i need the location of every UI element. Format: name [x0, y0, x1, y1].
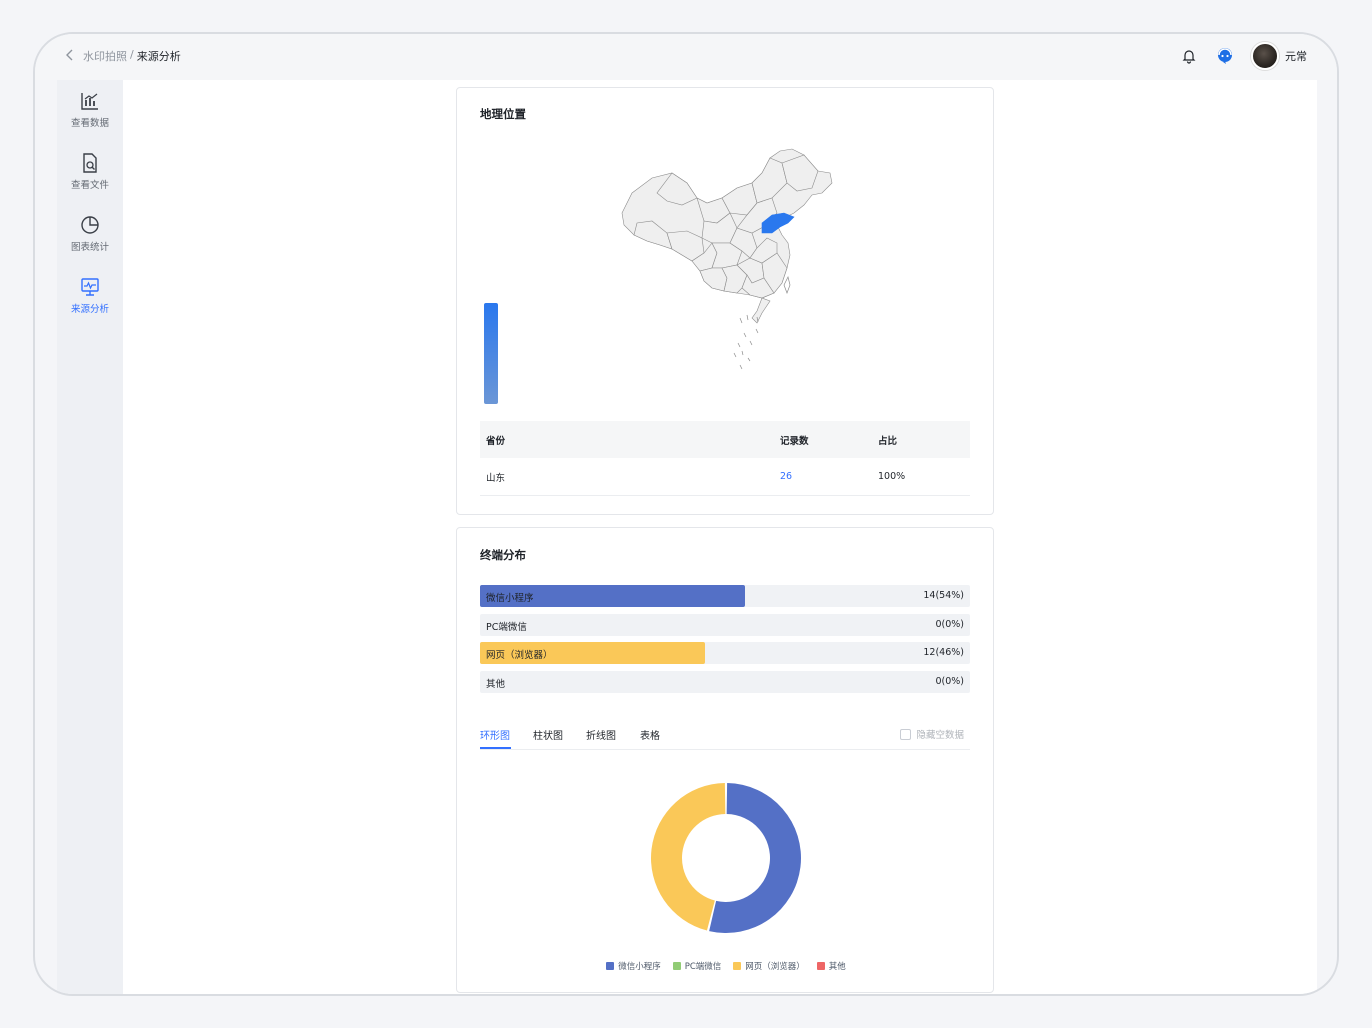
- legend-swatch: [606, 962, 615, 970]
- sidebar-item-label: 查看文件: [70, 180, 109, 191]
- geo-table-header: 省份 记录数 占比: [480, 421, 970, 458]
- map-provinces: [621, 148, 833, 324]
- china-map[interactable]: [612, 143, 842, 383]
- cell-records-link[interactable]: 26: [780, 471, 792, 482]
- sidebar-item-label: 图表统计: [70, 242, 109, 253]
- legend-label: PC端微信: [684, 962, 722, 972]
- hide-empty-checkbox[interactable]: [900, 728, 912, 740]
- terminal-row: PC端微信 0(0%): [480, 613, 970, 636]
- donut-legend: 微信小程序 PC端微信 网页（浏览器） 其他: [457, 960, 995, 972]
- map-legend-bar: [484, 303, 498, 404]
- customer-service-button[interactable]: [1215, 46, 1235, 66]
- terminal-row-value: 0(0%): [935, 676, 964, 688]
- hide-empty-label: 隐藏空数据: [916, 730, 964, 741]
- header-ratio: 占比: [878, 435, 898, 447]
- cell-province: 山东: [486, 472, 506, 484]
- geo-card: 地理位置 省份 记录数 占比 山东 26 100%: [456, 87, 994, 515]
- terminal-card: 终端分布 微信小程序 14(54%) PC端微信 0(0%) 网页（浏览器） 1…: [456, 527, 994, 993]
- device-frame: 水印拍照 / 来源分析 元常 查看数据 查看文件 图表统计 来源分析 地理位置 …: [33, 32, 1339, 996]
- chevron-left-icon[interactable]: [63, 48, 77, 62]
- geo-table: 省份 记录数 占比 山东 26 100%: [480, 421, 970, 496]
- legend-item[interactable]: 网页（浏览器）: [733, 960, 805, 972]
- tab-table[interactable]: 表格: [640, 727, 660, 742]
- bar-chart-icon: [81, 93, 98, 110]
- legend-swatch: [816, 962, 825, 970]
- header-province: 省份: [486, 435, 506, 447]
- legend-item[interactable]: PC端微信: [672, 960, 722, 972]
- legend-label: 网页（浏览器）: [745, 962, 805, 972]
- donut-chart: [651, 783, 801, 933]
- terminal-row-label: 微信小程序: [486, 593, 534, 604]
- breadcrumb: 水印拍照 / 来源分析: [83, 48, 181, 64]
- legend-item[interactable]: 其他: [816, 960, 846, 972]
- sidebar-item-chart-stats[interactable]: 图表统计: [57, 214, 123, 253]
- terminal-row: 其他 0(0%): [480, 671, 970, 694]
- legend-item[interactable]: 微信小程序: [606, 960, 661, 972]
- terminal-row-value: 12(46%): [923, 647, 964, 659]
- bell-icon: [1182, 50, 1196, 64]
- geo-card-title: 地理位置: [480, 107, 526, 121]
- active-tab-indicator: [480, 747, 511, 749]
- donut-slice[interactable]: [651, 783, 726, 931]
- table-row: 山东 26 100%: [480, 458, 970, 496]
- sidebar-item-view-data[interactable]: 查看数据: [57, 90, 123, 129]
- terminal-row-label: 其他: [486, 679, 506, 691]
- tab-line[interactable]: 折线图: [586, 727, 616, 742]
- cell-ratio: 100%: [878, 471, 906, 482]
- chart-tabs: 环形图 柱状图 折线图 表格 隐藏空数据: [480, 718, 970, 750]
- terminal-row: 微信小程序 14(54%): [480, 585, 970, 607]
- file-search-icon: [83, 153, 97, 173]
- main-content: 地理位置 省份 记录数 占比 山东 26 100% 终端分布 微信小程序 14(…: [123, 80, 1317, 994]
- hide-empty-toggle[interactable]: 隐藏空数据: [900, 727, 964, 741]
- header-records: 记录数: [780, 435, 809, 447]
- sidebar-item-view-files[interactable]: 查看文件: [57, 152, 123, 191]
- tab-bar[interactable]: 柱状图: [533, 727, 563, 742]
- terminal-row-label: PC端微信: [486, 621, 527, 633]
- legend-label: 其他: [828, 962, 846, 972]
- breadcrumb-current: 来源分析: [136, 50, 181, 63]
- terminal-row-label: 网页（浏览器）: [486, 650, 553, 662]
- legend-swatch: [733, 962, 742, 970]
- sidebar-item-label: 来源分析: [70, 304, 109, 315]
- sidebar-item-label: 查看数据: [70, 118, 109, 129]
- notification-button[interactable]: [1179, 46, 1199, 66]
- terminal-bar-list: 微信小程序 14(54%) PC端微信 0(0%) 网页（浏览器） 12(46%…: [480, 585, 970, 700]
- avatar[interactable]: [1251, 42, 1279, 70]
- legend-swatch: [672, 962, 681, 970]
- top-bar: 水印拍照 / 来源分析 元常: [35, 34, 1337, 80]
- breadcrumb-separator: /: [130, 48, 134, 61]
- pie-chart-icon: [81, 216, 99, 234]
- terminal-row: 网页（浏览器） 12(46%): [480, 642, 970, 665]
- customer-service-icon: [1218, 48, 1232, 64]
- breadcrumb-parent[interactable]: 水印拍照: [83, 48, 127, 64]
- terminal-row-value: 14(54%): [923, 590, 964, 601]
- user-name[interactable]: 元常: [1285, 48, 1307, 64]
- legend-label: 微信小程序: [618, 962, 661, 972]
- sidebar-item-source-analysis[interactable]: 来源分析: [57, 276, 123, 315]
- tab-donut[interactable]: 环形图: [480, 727, 510, 742]
- top-right-tools: 元常: [1179, 42, 1307, 70]
- monitor-pulse-icon: [81, 278, 99, 296]
- terminal-row-value: 0(0%): [935, 618, 964, 630]
- terminal-card-title: 终端分布: [480, 548, 526, 562]
- sidebar: 查看数据 查看文件 图表统计 来源分析: [57, 80, 123, 994]
